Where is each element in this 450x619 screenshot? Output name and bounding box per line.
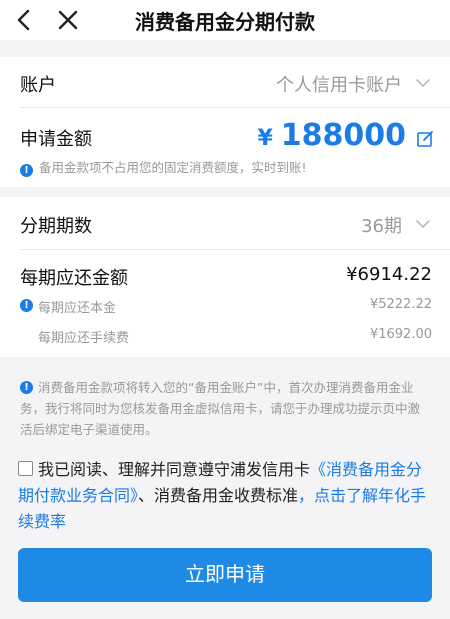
amount-note-text: 备用金款项不占用您的固定消费额度，实时到账!: [39, 160, 307, 175]
fee-value: ¥1692.00: [369, 327, 432, 342]
amount-note: ! 备用金款项不占用您的固定消费额度，实时到账!: [20, 157, 307, 177]
repayment-value: ¥6914.22: [346, 264, 432, 285]
agreement-prefix: 我已阅读、理解并同意遵守浦发信用卡: [38, 460, 311, 479]
chevron-down-icon[interactable]: [414, 215, 432, 233]
account-selector[interactable]: 个人信用卡账户: [276, 71, 402, 97]
info-icon: !: [20, 299, 33, 312]
apply-button[interactable]: 立即申请: [18, 548, 432, 602]
agreement: 我已阅读、理解并同意遵守浦发信用卡《消费备用金分期付款业务合同》、消费备用金收费…: [18, 457, 438, 535]
principal-label: 每期应还本金: [38, 301, 117, 316]
agreement-comma: ，: [298, 486, 315, 505]
page-title: 消费备用金分期付款: [135, 10, 315, 34]
edit-icon[interactable]: [416, 130, 434, 148]
divider: [20, 249, 450, 250]
agreement-text: 我已阅读、理解并同意遵守浦发信用卡《消费备用金分期付款业务合同》、消费备用金收费…: [18, 457, 438, 535]
info-icon: !: [20, 164, 33, 177]
notice-text: 消费备用金款项将转入您的“备用金账户”中，首次办理消费备用金业务，我行将同时为您…: [20, 380, 421, 437]
installments-label: 分期期数: [20, 216, 92, 237]
currency-symbol: ¥: [257, 126, 273, 151]
installments-selector[interactable]: 36期: [361, 212, 402, 238]
divider: [20, 107, 450, 108]
amount-label: 申请金额: [20, 129, 92, 150]
principal-value: ¥5222.22: [369, 297, 432, 312]
chevron-down-icon[interactable]: [414, 74, 432, 92]
fee-label: 每期应还手续费: [38, 331, 130, 346]
amount-number[interactable]: 188000: [281, 118, 406, 153]
agreement-checkbox[interactable]: [18, 461, 33, 476]
info-icon: !: [20, 381, 33, 394]
repayment-label: 每期应还金额: [20, 268, 128, 289]
account-label: 账户: [20, 75, 56, 96]
amount-value[interactable]: ¥188000: [257, 118, 406, 153]
virtual-card-notice: ! 消费备用金款项将转入您的“备用金账户”中，首次办理消费备用金业务，我行将同时…: [20, 377, 432, 440]
agreement-middle: 、消费备用金收费标准: [138, 486, 299, 505]
nav-bar: 消费备用金分期付款: [0, 0, 450, 40]
